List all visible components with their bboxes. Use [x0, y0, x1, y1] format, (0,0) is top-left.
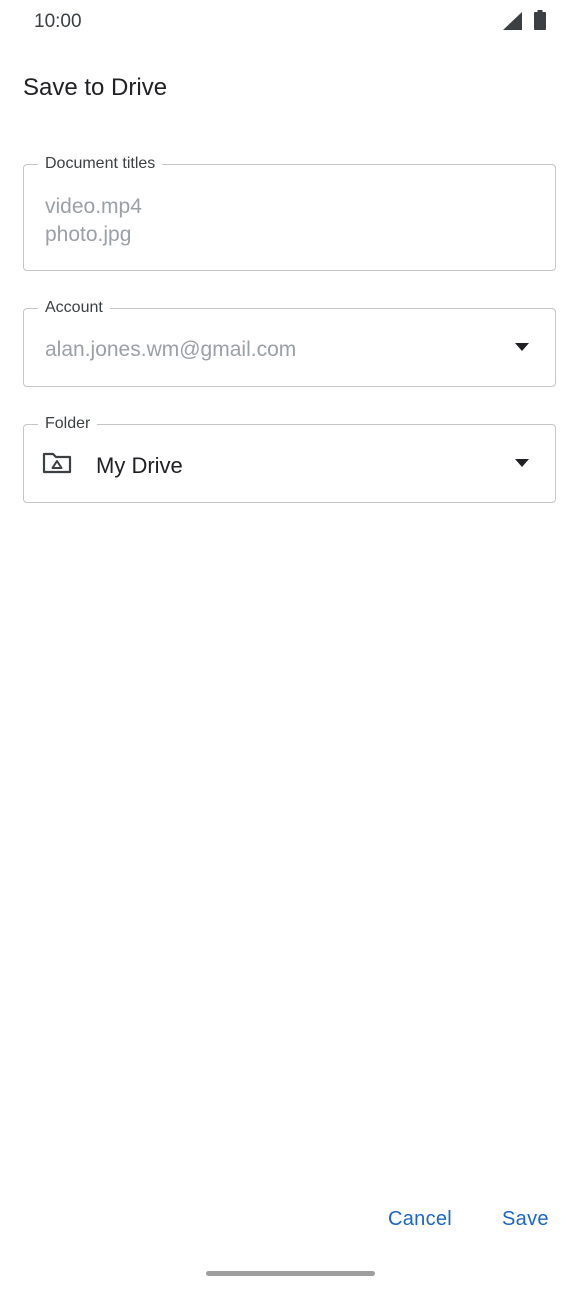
save-button[interactable]: Save: [502, 1206, 549, 1233]
signal-icon: [503, 12, 522, 30]
account-label: Account: [38, 298, 110, 318]
document-title-item: photo.jpg: [45, 223, 132, 246]
status-time: 10:00: [34, 11, 82, 32]
folder-label: Folder: [38, 414, 98, 434]
cancel-button[interactable]: Cancel: [388, 1206, 452, 1233]
home-indicator[interactable]: [206, 1271, 375, 1276]
folder-dropdown[interactable]: Folder My Drive: [23, 414, 556, 503]
account-dropdown[interactable]: Account alan.jones.wm@gmail.com: [23, 298, 556, 387]
battery-icon: [534, 10, 546, 30]
dropdown-arrow-icon: [515, 343, 529, 351]
document-title-item: video.mp4: [45, 195, 142, 218]
document-titles-label: Document titles: [38, 154, 163, 174]
drive-folder-icon: [42, 452, 72, 474]
folder-value: My Drive: [96, 453, 183, 478]
document-titles-field[interactable]: Document titles video.mp4 photo.jpg: [23, 154, 556, 271]
dropdown-arrow-icon: [515, 459, 529, 467]
status-bar: 10:00: [0, 0, 581, 44]
page-title: Save to Drive: [23, 74, 168, 101]
account-value: alan.jones.wm@gmail.com: [45, 338, 297, 361]
